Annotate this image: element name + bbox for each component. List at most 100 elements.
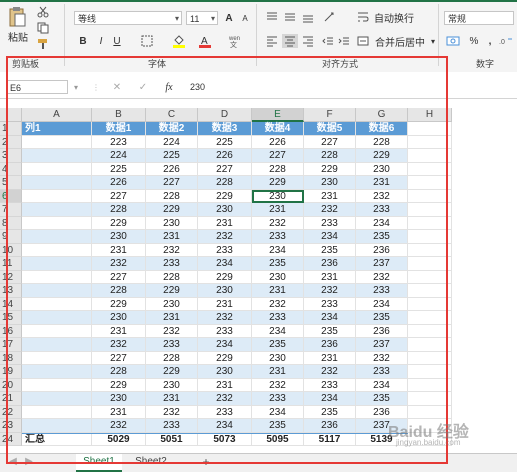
row-header[interactable]: 6 [0, 189, 22, 203]
table-cell[interactable]: 列1 [22, 122, 92, 136]
table-cell[interactable]: 228 [252, 162, 304, 176]
table-cell[interactable]: 228 [92, 284, 146, 298]
table-cell[interactable]: 226 [146, 162, 198, 176]
table-cell[interactable]: 231 [146, 311, 198, 325]
table-cell[interactable]: 5029 [92, 432, 146, 446]
table-cell[interactable]: 235 [252, 338, 304, 352]
row-header[interactable]: 7 [0, 203, 22, 217]
empty-cell[interactable] [408, 189, 452, 203]
table-cell[interactable] [22, 392, 92, 406]
row-header[interactable]: 13 [0, 284, 22, 298]
table-cell[interactable]: 233 [304, 297, 356, 311]
wrap-text-icon[interactable] [356, 10, 370, 24]
empty-cell[interactable] [408, 405, 452, 419]
table-cell[interactable] [22, 338, 92, 352]
row-header[interactable]: 22 [0, 405, 22, 419]
scroll-tabs-left-icon[interactable]: ◀ [6, 454, 20, 470]
empty-cell[interactable] [408, 311, 452, 325]
table-cell[interactable]: 228 [92, 365, 146, 379]
table-cell[interactable]: 223 [92, 135, 146, 149]
table-cell[interactable]: 数据2 [146, 122, 198, 136]
table-cell[interactable]: 232 [92, 257, 146, 271]
table-cell[interactable]: 233 [252, 392, 304, 406]
table-cell[interactable]: 232 [146, 324, 198, 338]
table-cell[interactable]: 236 [304, 257, 356, 271]
table-cell[interactable]: 231 [146, 392, 198, 406]
table-cell[interactable]: 231 [252, 203, 304, 217]
empty-cell[interactable] [408, 324, 452, 338]
table-cell[interactable]: 229 [198, 351, 252, 365]
row-header[interactable]: 2 [0, 135, 22, 149]
column-header[interactable]: A [22, 108, 92, 122]
table-cell[interactable]: 232 [356, 351, 408, 365]
table-cell[interactable]: 230 [92, 311, 146, 325]
sheet-tab-sheet2[interactable]: Sheet2 [128, 454, 174, 470]
table-cell[interactable]: 233 [252, 230, 304, 244]
table-cell[interactable]: 224 [92, 149, 146, 163]
table-cell[interactable] [22, 297, 92, 311]
table-cell[interactable]: 232 [198, 311, 252, 325]
phonetic-icon[interactable]: wen 文 [226, 34, 244, 48]
table-cell[interactable]: 234 [304, 230, 356, 244]
table-cell[interactable]: 228 [146, 270, 198, 284]
table-cell[interactable]: 229 [304, 162, 356, 176]
table-cell[interactable]: 236 [356, 243, 408, 257]
table-cell[interactable]: 227 [146, 176, 198, 190]
table-cell[interactable]: 230 [92, 230, 146, 244]
table-cell[interactable]: 236 [304, 419, 356, 433]
table-cell[interactable]: 226 [92, 176, 146, 190]
empty-cell[interactable] [408, 162, 452, 176]
table-cell[interactable]: 230 [252, 270, 304, 284]
table-cell[interactable]: 数据4 [252, 122, 304, 136]
empty-cell[interactable] [408, 378, 452, 392]
table-cell[interactable]: 234 [198, 338, 252, 352]
row-header[interactable]: 5 [0, 176, 22, 190]
table-cell[interactable] [22, 351, 92, 365]
table-cell[interactable]: 233 [356, 284, 408, 298]
table-cell[interactable]: 227 [92, 189, 146, 203]
table-cell[interactable]: 232 [92, 419, 146, 433]
format-painter-icon[interactable] [36, 38, 50, 50]
table-cell[interactable]: 235 [304, 405, 356, 419]
empty-cell[interactable] [408, 338, 452, 352]
table-cell[interactable] [22, 365, 92, 379]
empty-cell[interactable] [408, 203, 452, 217]
table-cell[interactable]: 236 [356, 324, 408, 338]
shrink-font-button[interactable]: A [238, 11, 252, 25]
align-middle-icon[interactable] [282, 10, 298, 24]
bold-button[interactable]: B [76, 34, 90, 48]
number-format-select[interactable]: 常规 [444, 11, 514, 25]
increase-indent-icon[interactable] [336, 34, 352, 48]
table-cell[interactable]: 232 [252, 378, 304, 392]
table-cell[interactable]: 230 [198, 203, 252, 217]
table-cell[interactable]: 235 [356, 230, 408, 244]
table-cell[interactable] [22, 149, 92, 163]
table-cell[interactable]: 233 [198, 405, 252, 419]
comma-button[interactable]: , [484, 34, 496, 48]
table-cell[interactable]: 227 [92, 351, 146, 365]
row-header[interactable]: 4 [0, 162, 22, 176]
table-cell[interactable]: 5095 [252, 432, 304, 446]
empty-cell[interactable] [408, 176, 452, 190]
table-cell[interactable] [22, 216, 92, 230]
table-cell[interactable]: 237 [356, 338, 408, 352]
table-cell[interactable]: 230 [304, 176, 356, 190]
table-cell[interactable]: 232 [92, 338, 146, 352]
chevron-down-icon[interactable]: ▾ [428, 34, 438, 48]
table-cell[interactable]: 227 [252, 149, 304, 163]
align-top-icon[interactable] [264, 10, 280, 24]
table-cell[interactable]: 229 [146, 203, 198, 217]
table-cell[interactable]: 233 [146, 419, 198, 433]
table-cell[interactable] [22, 230, 92, 244]
table-cell[interactable]: 231 [198, 378, 252, 392]
table-cell[interactable]: 231 [92, 324, 146, 338]
table-cell[interactable]: 230 [146, 378, 198, 392]
table-cell[interactable] [22, 257, 92, 271]
border-icon[interactable] [138, 34, 156, 48]
table-cell[interactable]: 237 [356, 257, 408, 271]
row-header[interactable]: 12 [0, 270, 22, 284]
column-header[interactable]: F [304, 108, 356, 122]
table-cell[interactable]: 228 [304, 149, 356, 163]
table-cell[interactable]: 227 [198, 162, 252, 176]
table-cell[interactable]: 228 [92, 203, 146, 217]
